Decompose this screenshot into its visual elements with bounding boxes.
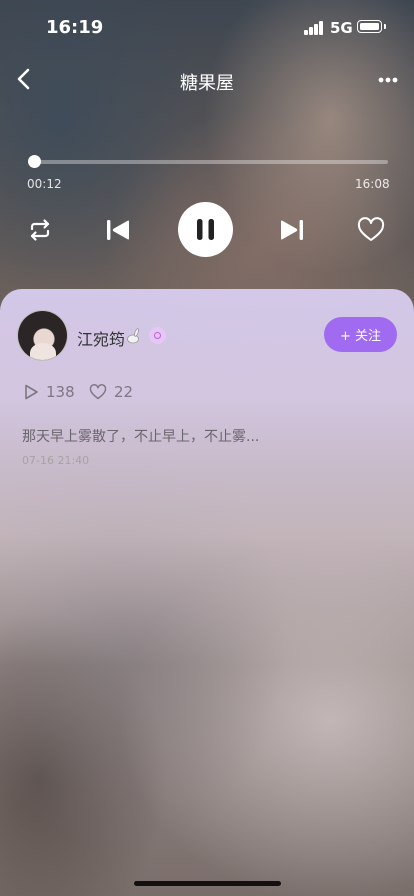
skip-previous-icon[interactable] xyxy=(104,216,132,244)
signal-icon xyxy=(304,21,324,35)
heart-outline-icon[interactable] xyxy=(356,215,386,245)
heart-outline-icon xyxy=(89,384,107,400)
play-outline-icon xyxy=(25,384,38,400)
repeat-icon[interactable] xyxy=(26,216,54,244)
follow-button[interactable]: + 关注 xyxy=(324,317,397,352)
play-count-value: 138 xyxy=(46,383,75,401)
rabbit-emoji-icon xyxy=(127,328,139,344)
status-bar: 16:19 5G xyxy=(0,0,414,54)
pause-button[interactable] xyxy=(178,202,233,257)
author-name[interactable]: 江宛筠 xyxy=(77,326,125,350)
play-count: 138 xyxy=(23,382,75,402)
progress-track[interactable] xyxy=(28,155,388,168)
more-icon[interactable] xyxy=(374,70,402,90)
battery-icon xyxy=(357,20,382,33)
post-date: 07-16 21:40 xyxy=(22,454,90,467)
author-card xyxy=(0,289,414,896)
total-time: 16:08 xyxy=(355,177,390,191)
network-label: 5G xyxy=(330,19,353,37)
home-indicator xyxy=(134,881,281,886)
pause-icon xyxy=(197,219,214,240)
post-description[interactable]: 那天早上雾散了，不止早上，不止雾... xyxy=(22,426,259,446)
page-title: 糖果屋 xyxy=(180,73,234,94)
battery-cap xyxy=(384,24,386,29)
verified-badge-icon xyxy=(149,327,166,344)
like-count[interactable]: 22 xyxy=(89,382,133,402)
like-count-value: 22 xyxy=(114,383,134,401)
avatar[interactable] xyxy=(17,310,68,361)
skip-next-icon[interactable] xyxy=(278,216,306,244)
current-time: 00:12 xyxy=(27,177,62,191)
status-time: 16:19 xyxy=(46,17,104,38)
